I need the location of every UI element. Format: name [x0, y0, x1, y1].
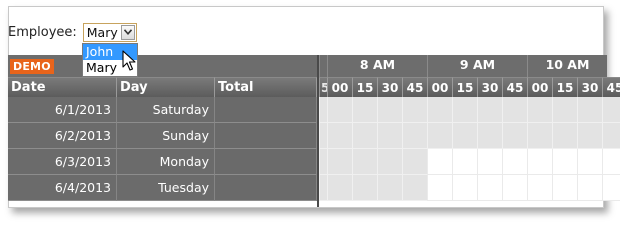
row-day-4: Tuesday	[117, 175, 215, 201]
mouse-cursor-icon	[122, 50, 136, 71]
time-cell[interactable]	[327, 149, 352, 175]
employee-filter: Employee: Mary	[8, 21, 137, 43]
hour-header-8am: 8 AM	[327, 55, 427, 77]
minute-header-30: 30	[577, 77, 602, 97]
time-cell[interactable]	[452, 97, 477, 123]
time-cell[interactable]	[577, 97, 602, 123]
time-cell[interactable]	[527, 97, 552, 123]
time-cell[interactable]	[327, 123, 352, 149]
minute-header-15: 15	[452, 77, 477, 97]
row-date-1: 6/1/2013	[8, 97, 117, 123]
time-cell[interactable]	[477, 123, 502, 149]
time-cell[interactable]	[552, 97, 577, 123]
time-cell[interactable]	[502, 123, 527, 149]
time-cell[interactable]	[352, 97, 377, 123]
time-cell[interactable]	[319, 149, 327, 175]
scheduler-corner: DEMO	[8, 55, 317, 77]
time-cell[interactable]	[352, 123, 377, 149]
time-cell[interactable]	[452, 175, 477, 201]
row-total-2	[215, 123, 317, 149]
time-cell[interactable]	[402, 149, 427, 175]
time-cell[interactable]	[502, 175, 527, 201]
minute-header-00: 00	[427, 77, 452, 97]
time-cell[interactable]	[427, 123, 452, 149]
time-cell[interactable]	[602, 123, 620, 149]
employee-select-value: Mary	[86, 24, 118, 40]
demo-badge: DEMO	[10, 59, 54, 74]
time-cell[interactable]	[427, 175, 452, 201]
employee-select[interactable]: Mary	[82, 22, 137, 42]
column-header-day[interactable]: Day	[117, 77, 215, 97]
column-header-total[interactable]: Total	[215, 77, 317, 97]
hour-header-partial	[319, 55, 327, 77]
row-day-1: Saturday	[117, 97, 215, 123]
time-cell[interactable]	[552, 175, 577, 201]
time-cell[interactable]	[602, 149, 620, 175]
time-cell[interactable]	[527, 123, 552, 149]
time-cell[interactable]	[552, 149, 577, 175]
time-cell[interactable]	[319, 123, 327, 149]
time-cell[interactable]	[377, 149, 402, 175]
time-cell[interactable]	[427, 97, 452, 123]
time-cell[interactable]	[327, 97, 352, 123]
row-total-3	[215, 149, 317, 175]
time-cell[interactable]	[502, 97, 527, 123]
time-cell[interactable]	[452, 149, 477, 175]
time-cell[interactable]	[577, 149, 602, 175]
time-cell[interactable]	[377, 123, 402, 149]
time-cell[interactable]	[319, 97, 327, 123]
time-cell[interactable]	[452, 123, 477, 149]
employee-label: Employee:	[8, 24, 77, 40]
minute-header-partial: 5	[319, 77, 329, 97]
row-date-4: 6/4/2013	[8, 175, 117, 201]
minute-header-00: 00	[327, 77, 352, 97]
row-date-2: 6/2/2013	[8, 123, 117, 149]
row-date-3: 6/3/2013	[8, 149, 117, 175]
row-day-2: Sunday	[117, 123, 215, 149]
chevron-down-icon[interactable]	[120, 24, 135, 40]
time-cell[interactable]	[327, 175, 352, 201]
time-cell[interactable]	[602, 97, 620, 123]
chevron-down-icon-glyph	[123, 29, 132, 35]
time-cell[interactable]	[352, 175, 377, 201]
time-cell[interactable]	[577, 123, 602, 149]
minute-header-15: 15	[552, 77, 577, 97]
minute-header-30: 30	[377, 77, 402, 97]
time-cell[interactable]	[527, 149, 552, 175]
time-cell[interactable]	[577, 175, 602, 201]
time-cell[interactable]	[502, 149, 527, 175]
time-cell[interactable]	[377, 97, 402, 123]
time-cell[interactable]	[477, 175, 502, 201]
minute-header-45: 45	[502, 77, 527, 97]
time-cell[interactable]	[402, 175, 427, 201]
minute-header-45: 45	[602, 77, 620, 97]
row-day-3: Monday	[117, 149, 215, 175]
minute-header-30: 30	[477, 77, 502, 97]
time-cell[interactable]	[352, 149, 377, 175]
time-cell[interactable]	[477, 97, 502, 123]
column-header-date[interactable]: Date	[8, 77, 117, 97]
time-cell[interactable]	[602, 175, 620, 201]
minute-header-00: 00	[527, 77, 552, 97]
time-cell[interactable]	[377, 175, 402, 201]
time-cell[interactable]	[477, 149, 502, 175]
time-cell[interactable]	[527, 175, 552, 201]
row-total-1	[215, 97, 317, 123]
time-cell[interactable]	[402, 97, 427, 123]
time-cell[interactable]	[402, 123, 427, 149]
hour-header-10am: 10 AM	[527, 55, 607, 77]
hour-header-9am: 9 AM	[427, 55, 527, 77]
minute-header-45: 45	[402, 77, 427, 97]
time-cell[interactable]	[319, 175, 327, 201]
minute-header-15: 15	[352, 77, 377, 97]
row-total-4	[215, 175, 317, 201]
time-cell[interactable]	[427, 149, 452, 175]
time-cell[interactable]	[552, 123, 577, 149]
scheduler-grid: DEMO Date Day Total 6/1/2013 Saturday 6/…	[8, 55, 620, 207]
